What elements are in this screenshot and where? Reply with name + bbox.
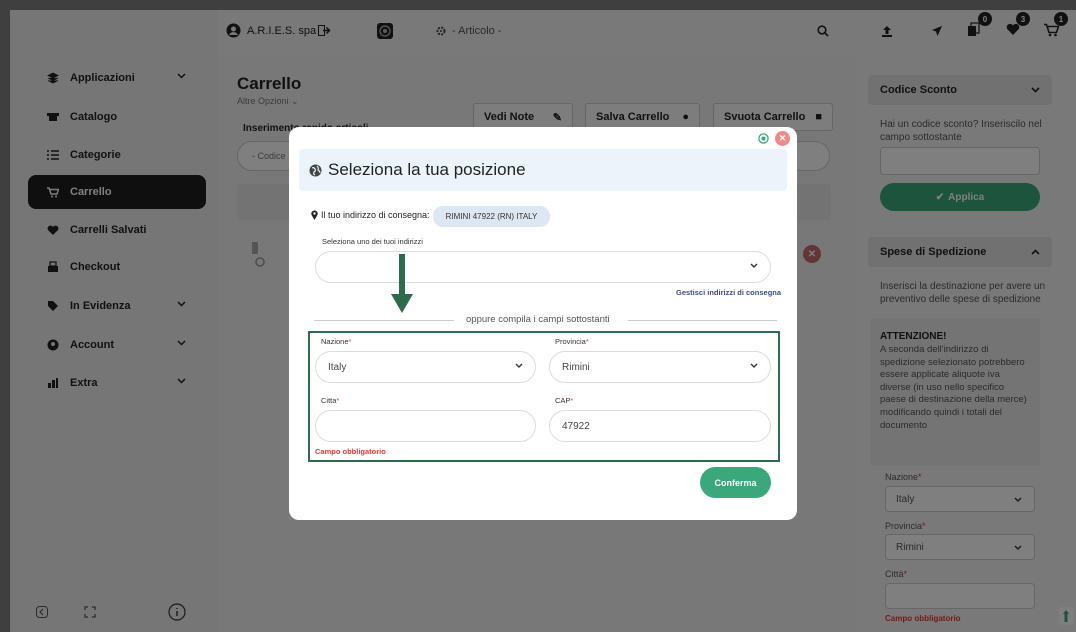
map-marker-icon bbox=[311, 210, 318, 220]
divider-text: oppure compila i campi sottostanti bbox=[466, 314, 610, 325]
modal-header: Seleziona la tua posizione bbox=[299, 149, 787, 191]
modal-nation-label: Nazione* bbox=[321, 337, 352, 346]
modal-cap-label: CAP* bbox=[555, 396, 574, 405]
address-select[interactable] bbox=[315, 251, 771, 283]
modal-nation-select[interactable]: Italy bbox=[315, 351, 536, 383]
chevron-down-icon bbox=[750, 363, 758, 368]
modal-province-label: Provincia* bbox=[555, 337, 589, 346]
modal-city-error: Campo obbligatorio bbox=[315, 447, 386, 456]
modal-title: Seleziona la tua posizione bbox=[328, 160, 526, 179]
modal-city-label: Citta* bbox=[321, 396, 340, 405]
confirm-button[interactable]: Conferma bbox=[700, 467, 771, 498]
manage-addresses-link[interactable]: Gestisci indirizzi di consegna bbox=[676, 288, 781, 297]
locate-icon[interactable] bbox=[758, 133, 769, 144]
delivery-address-label: Il tuo indirizzo di consegna: bbox=[311, 210, 430, 220]
close-icon[interactable]: ✕ bbox=[775, 131, 790, 146]
chevron-down-icon bbox=[515, 363, 523, 368]
globe-icon bbox=[309, 164, 322, 177]
address-select-label: Seleziona uno dei tuoi indirizzi bbox=[322, 237, 423, 246]
modal-city-input[interactable] bbox=[315, 410, 536, 442]
divider-right bbox=[628, 320, 777, 321]
chevron-down-icon bbox=[750, 263, 758, 268]
modal-province-select[interactable]: Rimini bbox=[549, 351, 771, 383]
divider-left bbox=[314, 320, 454, 321]
delivery-address-badge: RIMINI 47922 (RN) ITALY bbox=[433, 206, 550, 227]
modal-cap-input[interactable]: 47922 bbox=[549, 410, 771, 442]
annotation-arrow bbox=[391, 254, 413, 314]
